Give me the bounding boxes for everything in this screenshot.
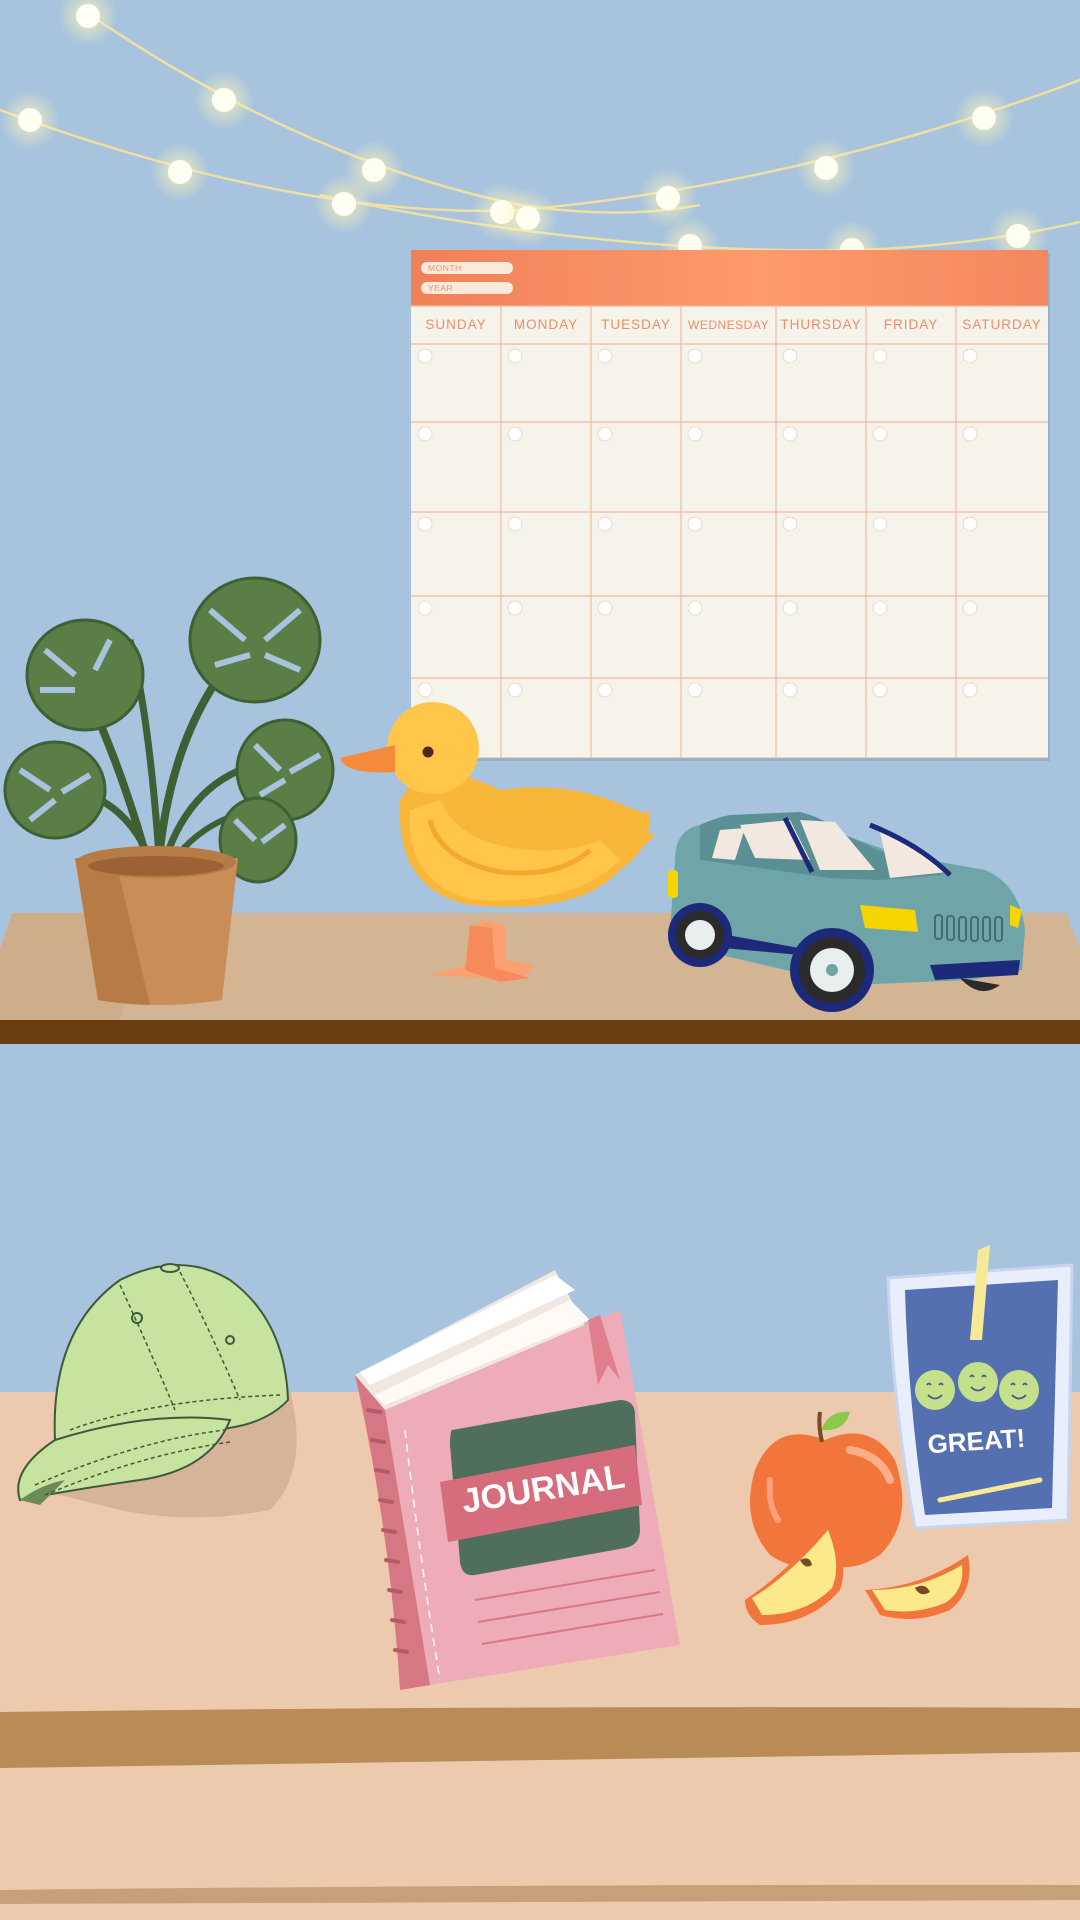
rubber-duck-icon: [340, 702, 655, 982]
illustration-scene: MONTH YEAR SUNDAY MONDAY TUESDAY WEDNESD…: [0, 0, 1080, 1920]
baseball-cap-icon: [17, 1263, 297, 1518]
juice-pouch-icon: GREAT!: [886, 1245, 1074, 1530]
objects-layer: JOURNAL GREAT!: [3, 576, 1074, 1690]
toy-car-icon: [668, 812, 1025, 1012]
monstera-plant-icon: [3, 576, 335, 1005]
journal-book-icon: JOURNAL: [355, 1270, 680, 1690]
